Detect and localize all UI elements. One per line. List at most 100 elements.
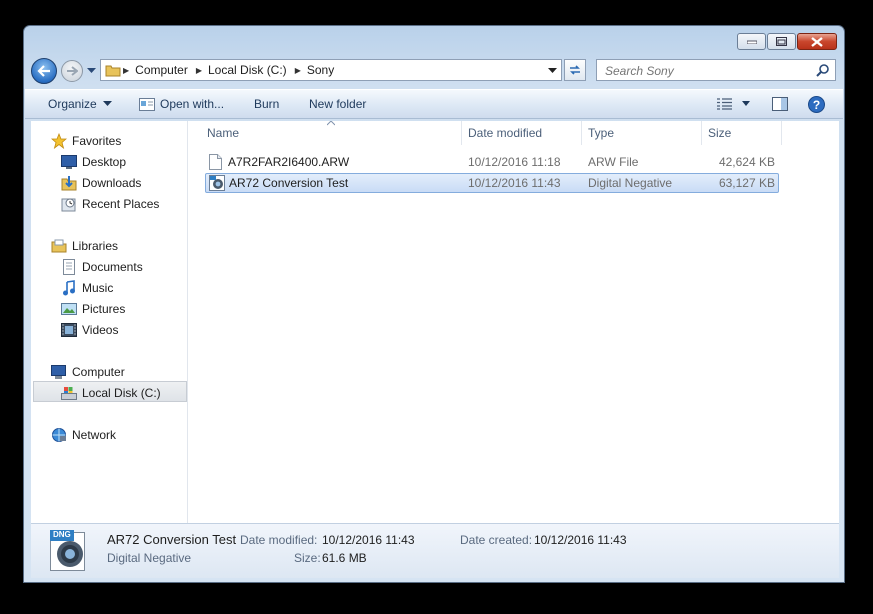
- column-label: Size: [708, 126, 732, 140]
- column-label: Name: [207, 126, 240, 140]
- details-date-modified-value: 10/12/2016 11:43: [322, 533, 415, 547]
- nav-favorites[interactable]: Favorites: [51, 130, 121, 151]
- help-button[interactable]: ?: [806, 93, 826, 115]
- documents-icon: [63, 258, 75, 275]
- column-divider[interactable]: [581, 121, 582, 145]
- file-row[interactable]: A7R2FAR2I6400.ARW 10/12/2016 11:18 ARW F…: [205, 152, 779, 172]
- breadcrumb-label: Local Disk (C:): [208, 63, 287, 77]
- pictures-icon: [61, 302, 77, 315]
- new-folder-button[interactable]: New folder: [309, 90, 366, 118]
- breadcrumb-label: Computer: [135, 63, 188, 77]
- preview-pane-icon: [772, 97, 788, 111]
- back-arrow-icon: [37, 65, 50, 77]
- nav-label: Videos: [82, 322, 119, 337]
- nav-desktop[interactable]: Desktop: [61, 151, 126, 172]
- nav-pictures[interactable]: Pictures: [61, 298, 125, 319]
- column-divider[interactable]: [461, 121, 462, 145]
- nav-label: Computer: [72, 364, 125, 379]
- chevron-right-icon: ▶: [195, 65, 202, 75]
- libraries-icon: [51, 239, 67, 252]
- recent-places-icon: [61, 198, 76, 211]
- nav-documents[interactable]: Documents: [61, 256, 143, 277]
- chevron-down-icon: [102, 101, 112, 106]
- nav-computer[interactable]: Computer: [51, 361, 125, 382]
- desktop-icon: [61, 154, 77, 169]
- local-disk-icon: [61, 386, 77, 400]
- nav-label: Downloads: [82, 175, 142, 190]
- details-size-label: Size:: [294, 551, 321, 565]
- folder-icon: [105, 65, 121, 77]
- file-row-selected[interactable]: AR72 Conversion Test 10/12/2016 11:43 Di…: [205, 173, 779, 193]
- content-area: Favorites Desktop Downloads Recent Place…: [31, 121, 839, 523]
- address-bar[interactable]: ▶ Computer ▶ Local Disk (C:) ▶ Sony: [100, 59, 562, 81]
- file-size: 42,624 KB: [718, 155, 775, 169]
- column-header-date-modified[interactable]: Date modified: [468, 121, 578, 145]
- back-button[interactable]: [31, 58, 57, 84]
- nav-label: Pictures: [82, 301, 126, 316]
- column-label: Date modified: [468, 126, 543, 140]
- column-divider[interactable]: [701, 121, 702, 145]
- open-with-label: Open with...: [160, 97, 225, 111]
- details-date-created-label: Date created:: [460, 533, 533, 547]
- nav-label: Documents: [82, 259, 143, 274]
- search-input[interactable]: [603, 61, 817, 81]
- breadcrumb-computer[interactable]: Computer ▶: [131, 60, 204, 80]
- file-type: Digital Negative: [588, 176, 673, 190]
- breadcrumb-label: Sony: [306, 63, 335, 77]
- nav-network[interactable]: Network: [51, 424, 116, 445]
- command-bar: Organize Open with... Burn New folder ?: [25, 89, 843, 119]
- file-name: A7R2FAR2I6400.ARW: [228, 155, 350, 169]
- nav-label: Music: [82, 280, 114, 295]
- dng-icon-label: DNG: [53, 530, 71, 539]
- nav-libraries[interactable]: Libraries: [51, 235, 118, 256]
- refresh-icon: [570, 65, 580, 75]
- nav-local-disk[interactable]: Local Disk (C:): [61, 382, 161, 403]
- address-dropdown-icon[interactable]: [548, 66, 557, 74]
- videos-icon: [61, 322, 77, 337]
- details-date-created-value: 10/12/2016 11:43: [534, 533, 627, 547]
- column-header-size[interactable]: Size: [708, 121, 778, 145]
- refresh-button[interactable]: [564, 59, 586, 81]
- forward-button[interactable]: [61, 60, 83, 82]
- search-icon[interactable]: [816, 63, 830, 77]
- file-type: ARW File: [588, 155, 639, 169]
- breadcrumb-local-disk[interactable]: Local Disk (C:) ▶: [204, 60, 303, 80]
- chevron-down-icon: [741, 101, 750, 106]
- recent-pages-dropdown-icon[interactable]: [87, 67, 96, 75]
- close-button[interactable]: [797, 33, 837, 50]
- computer-icon: [51, 364, 66, 379]
- dng-file-icon: [209, 175, 225, 191]
- address-root[interactable]: ▶: [101, 60, 131, 80]
- new-folder-label: New folder: [309, 97, 367, 111]
- file-date-modified: 10/12/2016 11:43: [468, 176, 561, 190]
- forward-arrow-icon: [67, 66, 78, 76]
- breadcrumb-sony[interactable]: Sony: [303, 60, 340, 80]
- column-divider[interactable]: [781, 121, 782, 145]
- nav-label: Local Disk (C:): [82, 385, 161, 400]
- nav-videos[interactable]: Videos: [61, 319, 118, 340]
- network-icon: [52, 427, 66, 442]
- change-view-button[interactable]: [715, 93, 751, 115]
- organize-button[interactable]: Organize: [48, 90, 112, 118]
- burn-button[interactable]: Burn: [254, 90, 279, 118]
- maximize-icon: [776, 37, 787, 46]
- search-box[interactable]: [596, 59, 836, 81]
- maximize-button[interactable]: [767, 33, 796, 50]
- navigation-pane: Favorites Desktop Downloads Recent Place…: [31, 121, 188, 523]
- column-header-name[interactable]: Name: [207, 121, 457, 145]
- details-file-type: Digital Negative: [107, 551, 192, 565]
- minimize-button[interactable]: [737, 33, 766, 50]
- explorer-window: ▶ Computer ▶ Local Disk (C:) ▶ Sony Sear…: [23, 25, 845, 583]
- open-with-button[interactable]: Open with...: [139, 90, 224, 118]
- svg-text:?: ?: [812, 98, 819, 112]
- details-size-value: 61.6 MB: [322, 551, 367, 565]
- details-date-modified-label: Date modified:: [240, 533, 318, 547]
- star-icon: [51, 132, 67, 149]
- nav-downloads[interactable]: Downloads: [61, 172, 141, 193]
- nav-music[interactable]: Music: [61, 277, 113, 298]
- chevron-right-icon: ▶: [123, 65, 130, 75]
- column-header-type[interactable]: Type: [588, 121, 698, 145]
- preview-pane-button[interactable]: [770, 93, 790, 115]
- nav-recent-places[interactable]: Recent Places: [61, 193, 159, 214]
- burn-label: Burn: [254, 97, 280, 111]
